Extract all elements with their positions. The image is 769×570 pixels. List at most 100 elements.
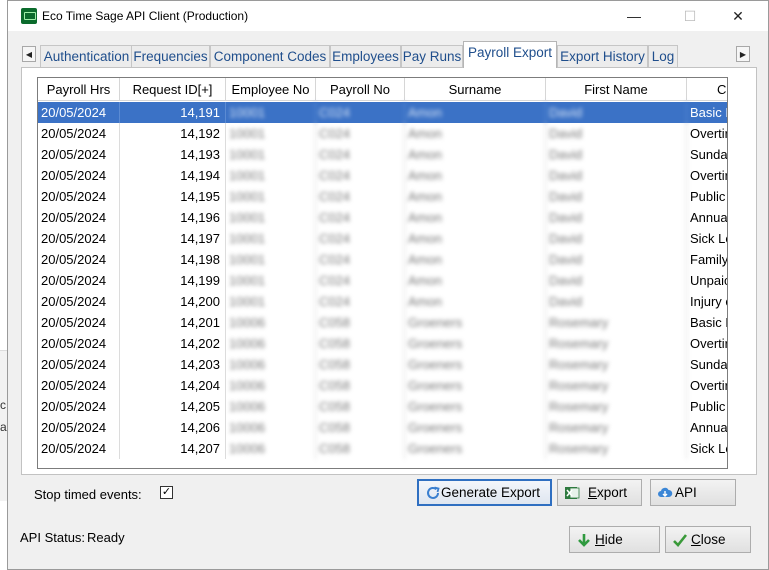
cell-employee-no: 10001 <box>226 123 316 144</box>
cell-payroll-no: C024 <box>316 249 405 270</box>
cell-payroll-no: C058 <box>316 438 405 459</box>
cell-payroll-no: C058 <box>316 312 405 333</box>
cell-surname: Groeners <box>405 417 546 438</box>
table-row[interactable]: 20/05/2024 14,197 10001 C024 Amon David Sick L… <box>38 228 727 249</box>
table-row[interactable]: 20/05/2024 14,194 10001 C024 Amon David Overti… <box>38 165 727 186</box>
cell-payroll-no: C024 <box>316 228 405 249</box>
cell-component: Overtir <box>690 168 728 183</box>
export-button[interactable]: Export <box>557 479 642 506</box>
cell-employee-no: 10001 <box>226 144 316 165</box>
cell-first-name: Rosemary <box>546 312 687 333</box>
tab-scroll-left-icon[interactable]: ◀ <box>22 46 36 62</box>
cell-surname: Amon <box>405 228 546 249</box>
arrow-down-icon <box>578 534 590 547</box>
cell-payroll-no: C024 <box>316 186 405 207</box>
cell-employee-no: 10001 <box>226 165 316 186</box>
cell-date: 20/05/2024 <box>38 207 120 228</box>
cell-date: 20/05/2024 <box>38 165 120 186</box>
payroll-export-grid[interactable]: Payroll Hrs Request ID[+] Employee No Payro… <box>37 77 728 469</box>
cell-date: 20/05/2024 <box>38 249 120 270</box>
close-accel-key: C <box>691 532 701 547</box>
api-button[interactable]: API <box>650 479 736 506</box>
column-header[interactable]: Request ID[+] <box>120 78 226 101</box>
cell-request-id: 14,199 <box>120 270 226 291</box>
hide-accel-key: H <box>595 532 605 547</box>
cell-first-name: Rosemary <box>546 354 687 375</box>
cell-employee-no: 10001 <box>226 291 316 312</box>
export-label: Export <box>588 480 627 505</box>
table-row[interactable]: 20/05/2024 14,204 10006 C058 Groeners Rosemar… <box>38 375 727 396</box>
tab-export-history[interactable]: Export History <box>557 45 648 67</box>
hide-button[interactable]: Hide <box>569 526 660 553</box>
cell-payroll-no: C058 <box>316 396 405 417</box>
table-row[interactable]: 20/05/2024 14,195 10001 C024 Amon David Public <box>38 186 727 207</box>
maximize-button[interactable]: ☐ <box>675 5 705 27</box>
table-row[interactable]: 20/05/2024 14,201 10006 C058 Groeners Rosemar… <box>38 312 727 333</box>
cell-first-name: David <box>546 186 687 207</box>
generate-export-button[interactable]: Generate Export <box>417 479 552 506</box>
cell-date: 20/05/2024 <box>38 312 120 333</box>
column-header[interactable]: Surname <box>405 78 546 101</box>
cell-first-name: Rosemary <box>546 438 687 459</box>
app-window: Eco Time Sage API Client (Production) — … <box>7 0 769 570</box>
column-header[interactable]: First Name <box>546 78 687 101</box>
table-row[interactable]: 20/05/2024 14,192 10001 C024 Amon David Overti… <box>38 123 727 144</box>
cell-employee-no: 10001 <box>226 186 316 207</box>
table-row[interactable]: 20/05/2024 14,207 10006 C058 Groeners Rosemar… <box>38 438 727 459</box>
close-label: Close <box>691 527 726 552</box>
table-row[interactable]: 20/05/2024 14,203 10006 C058 Groeners Rosemar… <box>38 354 727 375</box>
table-row[interactable]: 20/05/2024 14,206 10006 C058 Groeners Rosemar… <box>38 417 727 438</box>
tab-log[interactable]: Log <box>648 45 678 67</box>
column-header[interactable]: Payroll Hrs <box>38 78 120 101</box>
cell-payroll-no: C024 <box>316 270 405 291</box>
tab-frequencies[interactable]: Frequencies <box>131 45 210 67</box>
cell-first-name: David <box>546 207 687 228</box>
cell-request-id: 14,202 <box>120 333 226 354</box>
tab-payroll-export[interactable]: Payroll Export <box>463 41 557 68</box>
export-label-rest: xport <box>597 485 628 500</box>
cell-surname: Groeners <box>405 312 546 333</box>
close-window-button[interactable]: ✕ <box>723 5 753 27</box>
title-bar[interactable]: Eco Time Sage API Client (Production) — … <box>8 1 768 31</box>
table-row[interactable]: 20/05/2024 14,200 10001 C024 Amon David Injury… <box>38 291 727 312</box>
checkmark-icon <box>673 534 688 547</box>
cell-component: Unpaic <box>690 273 728 288</box>
table-row[interactable]: 20/05/2024 14,205 10006 C058 Groeners Rosemar… <box>38 396 727 417</box>
table-row[interactable]: 20/05/202414,19310001C024AmonDavidSunday <box>38 144 727 165</box>
table-row[interactable]: 20/05/2024 14,196 10001 C024 Amon David Annual <box>38 207 727 228</box>
cell-first-name: David <box>546 249 687 270</box>
table-row[interactable]: 20/05/2024 14,199 10001 C024 Amon David Unpaic <box>38 270 727 291</box>
app-logo-icon <box>21 8 37 24</box>
table-row[interactable]: 20/05/2024 14,198 10001 C024 Amon David Family <box>38 249 727 270</box>
cell-request-id: 14,196 <box>120 207 226 228</box>
cell-payroll-no: C024 <box>316 123 405 144</box>
cell-request-id: 14,206 <box>120 417 226 438</box>
cell-employee-no: 10001 <box>226 207 316 228</box>
cell-employee-no: 10006 <box>226 333 316 354</box>
column-header[interactable]: Payroll No <box>316 78 405 101</box>
cell-date: 20/05/2024 <box>38 144 120 165</box>
close-button[interactable]: Close <box>665 526 751 553</box>
cell-surname: Amon <box>405 165 546 186</box>
cell-component: Annual <box>690 210 728 225</box>
close-label-rest: lose <box>700 532 726 547</box>
stop-timed-events-checkbox[interactable]: ✓ <box>160 486 173 499</box>
tab-component-codes[interactable]: Component Codes <box>210 45 330 67</box>
cell-surname: Amon <box>405 102 546 123</box>
tab-scroll-right-icon[interactable]: ▶ <box>736 46 750 62</box>
cell-component: Sunday <box>690 147 728 162</box>
tab-authentication[interactable]: Authentication <box>40 45 133 67</box>
cell-request-id: 14,194 <box>120 165 226 186</box>
table-row[interactable]: 20/05/2024 14,191 10001 C024 Amon David Basic … <box>38 102 727 123</box>
column-header[interactable]: C <box>687 78 727 101</box>
cell-employee-no: 10001 <box>226 228 316 249</box>
minimize-button[interactable]: — <box>619 5 649 27</box>
cell-date: 20/05/2024 <box>38 186 120 207</box>
tab-employees[interactable]: Employees <box>330 45 401 67</box>
export-accel-key: E <box>588 485 598 500</box>
column-header[interactable]: Employee No <box>226 78 316 101</box>
table-row[interactable]: 20/05/2024 14,202 10006 C058 Groeners Rosemar… <box>38 333 727 354</box>
cell-request-id: 14,192 <box>120 123 226 144</box>
cell-request-id: 14,197 <box>120 228 226 249</box>
tab-pay-runs[interactable]: Pay Runs <box>401 45 463 67</box>
